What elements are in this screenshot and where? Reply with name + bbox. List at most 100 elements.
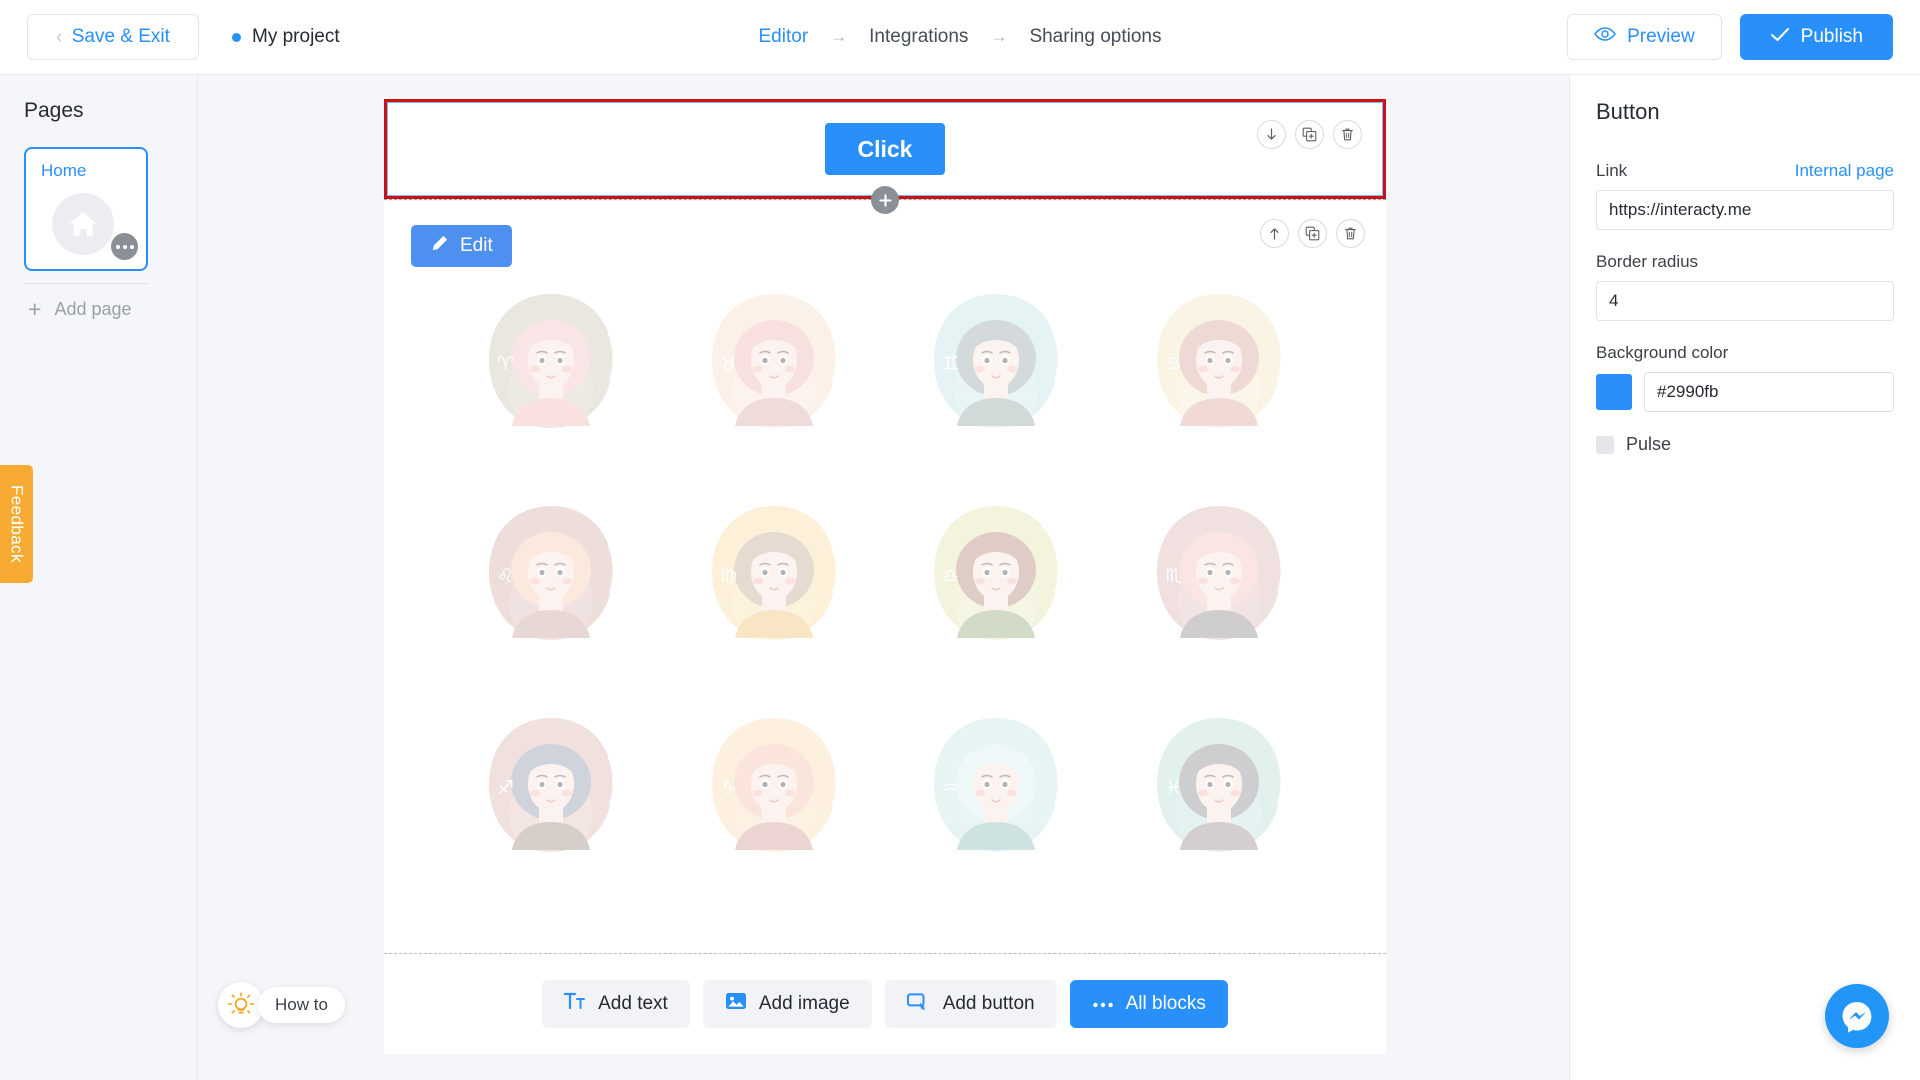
zodiac-card-taurus[interactable]: ♉ bbox=[674, 273, 874, 485]
zodiac-illustration: ♐ bbox=[489, 716, 616, 856]
ellipsis-icon bbox=[1092, 993, 1114, 1015]
how-to-label[interactable]: How to bbox=[258, 987, 345, 1023]
panel-title: Button bbox=[1596, 99, 1660, 124]
preview-button[interactable]: Preview bbox=[1567, 14, 1722, 60]
zodiac-illustration: ♍ bbox=[711, 504, 838, 644]
feedback-tab[interactable]: Feedback bbox=[0, 465, 33, 583]
eye-icon bbox=[1594, 26, 1616, 48]
add-block-add-image-button[interactable]: Add image bbox=[702, 980, 872, 1028]
zodiac-card-aries[interactable]: ♈ bbox=[451, 273, 651, 485]
pencil-icon bbox=[430, 234, 449, 259]
svg-text:♉: ♉ bbox=[720, 353, 737, 375]
zodiac-grid: ♈ ♉ ♊ ♋ ♌ ♍ ♎ ♏ ♐ ♑ ♒ ♓ bbox=[384, 201, 1386, 939]
publish-button[interactable]: Publish bbox=[1739, 14, 1893, 60]
svg-text:♊: ♊ bbox=[942, 353, 959, 375]
zodiac-illustration: ♓ bbox=[1156, 716, 1283, 856]
add-block-label: Add button bbox=[942, 993, 1035, 1014]
zodiac-card-scorpio[interactable]: ♏ bbox=[1119, 485, 1319, 697]
move-up-icon[interactable] bbox=[1260, 219, 1289, 248]
svg-text:♋: ♋ bbox=[1165, 353, 1182, 375]
arrow-right-icon: → bbox=[830, 27, 848, 46]
delete-icon[interactable] bbox=[1333, 120, 1362, 149]
svg-text:♒: ♒ bbox=[942, 777, 959, 799]
app-root: ‹ Save & Exit My project Editor → Integr… bbox=[0, 0, 1920, 1080]
pulse-option[interactable]: Pulse bbox=[1596, 434, 1894, 455]
zodiac-illustration: ♒ bbox=[934, 716, 1061, 856]
zodiac-card-libra[interactable]: ♎ bbox=[896, 485, 1096, 697]
border-radius-input[interactable] bbox=[1596, 281, 1894, 321]
edit-block-button[interactable]: Edit bbox=[411, 225, 512, 267]
block-button[interactable]: Click bbox=[384, 99, 1386, 199]
messenger-chat-button[interactable] bbox=[1825, 984, 1889, 1048]
link-label: Link bbox=[1596, 161, 1628, 180]
zodiac-card-sagittarius[interactable]: ♐ bbox=[451, 697, 651, 909]
add-page-button[interactable]: + Add page bbox=[28, 298, 197, 321]
add-block-toolbar: Add text Add image Add button All blocks bbox=[384, 954, 1386, 1054]
page-stage: Click Edit ♈ ♉ ♊ ♋ ♌ ♍ ♎ ♏ ♐ ♑ ♒ ♓ Add t… bbox=[384, 99, 1386, 1054]
page-card-home[interactable]: Home bbox=[24, 147, 148, 271]
border-radius-group: Border radius bbox=[1596, 252, 1894, 321]
background-color-input[interactable] bbox=[1644, 372, 1894, 412]
chevron-left-icon: ‹ bbox=[56, 26, 63, 48]
project-name: My project bbox=[252, 26, 340, 47]
zodiac-card-capricorn[interactable]: ♑ bbox=[674, 697, 874, 909]
breadcrumb-integrations[interactable]: Integrations bbox=[869, 26, 968, 48]
text-icon bbox=[564, 992, 586, 1016]
background-color-group: Background color bbox=[1596, 343, 1894, 412]
zodiac-card-virgo[interactable]: ♍ bbox=[674, 485, 874, 697]
click-button[interactable]: Click bbox=[825, 123, 945, 175]
move-down-icon[interactable] bbox=[1257, 120, 1286, 149]
page-options-button[interactable] bbox=[111, 233, 138, 260]
delete-icon[interactable] bbox=[1336, 219, 1365, 248]
border-radius-label: Border radius bbox=[1596, 252, 1699, 271]
check-icon bbox=[1770, 26, 1790, 48]
svg-text:♓: ♓ bbox=[1165, 777, 1182, 799]
how-to-widget[interactable]: How to bbox=[218, 982, 345, 1028]
editor-canvas: Click Edit ♈ ♉ ♊ ♋ ♌ ♍ ♎ ♏ ♐ ♑ ♒ ♓ Add t… bbox=[198, 75, 1569, 1080]
zodiac-illustration: ♌ bbox=[489, 504, 616, 644]
block-images[interactable]: Edit ♈ ♉ ♊ ♋ ♌ ♍ ♎ ♏ ♐ ♑ ♒ ♓ bbox=[384, 201, 1386, 953]
svg-text:♑: ♑ bbox=[720, 777, 737, 799]
block-button-toolbar bbox=[1257, 120, 1362, 149]
image-icon bbox=[725, 991, 747, 1017]
plus-icon: + bbox=[28, 296, 42, 322]
breadcrumb-sharing-options[interactable]: Sharing options bbox=[1029, 26, 1161, 48]
top-bar: ‹ Save & Exit My project Editor → Integr… bbox=[0, 0, 1920, 75]
page-card-label: Home bbox=[41, 161, 87, 180]
zodiac-illustration: ♈ bbox=[489, 292, 616, 432]
link-input[interactable] bbox=[1596, 190, 1894, 230]
link-field-group: Link Internal page bbox=[1596, 161, 1894, 230]
pulse-label: Pulse bbox=[1626, 434, 1672, 454]
pulse-checkbox[interactable] bbox=[1596, 435, 1614, 454]
add-block-button[interactable] bbox=[871, 186, 899, 214]
button-icon bbox=[906, 992, 931, 1016]
add-block-add-button-button[interactable]: Add button bbox=[884, 980, 1057, 1028]
feedback-label: Feedback bbox=[7, 485, 27, 563]
zodiac-illustration: ♉ bbox=[711, 292, 838, 432]
zodiac-card-leo[interactable]: ♌ bbox=[451, 485, 651, 697]
preview-label: Preview bbox=[1627, 26, 1695, 47]
zodiac-illustration: ♏ bbox=[1156, 504, 1283, 644]
duplicate-icon[interactable] bbox=[1295, 120, 1324, 149]
internal-page-link[interactable]: Internal page bbox=[1795, 161, 1894, 181]
status-dot-icon bbox=[232, 32, 241, 42]
save-and-exit-label: Save & Exit bbox=[71, 26, 170, 47]
breadcrumb: Editor → Integrations → Sharing options bbox=[759, 26, 1162, 48]
project-name-area[interactable]: My project bbox=[232, 26, 340, 48]
add-block-add-text-button[interactable]: Add text bbox=[542, 980, 690, 1028]
svg-text:♏: ♏ bbox=[1165, 565, 1182, 587]
save-and-exit-button[interactable]: ‹ Save & Exit bbox=[27, 14, 199, 60]
zodiac-card-aquarius[interactable]: ♒ bbox=[896, 697, 1096, 909]
add-block-label: All blocks bbox=[1125, 993, 1206, 1014]
zodiac-card-gemini[interactable]: ♊ bbox=[896, 273, 1096, 485]
color-swatch[interactable] bbox=[1596, 374, 1632, 410]
zodiac-card-pisces[interactable]: ♓ bbox=[1119, 697, 1319, 909]
breadcrumb-editor[interactable]: Editor bbox=[759, 26, 809, 48]
add-block-label: Add image bbox=[758, 993, 850, 1014]
pages-title: Pages bbox=[24, 99, 84, 122]
add-block-all-blocks-button[interactable]: All blocks bbox=[1069, 980, 1228, 1028]
duplicate-icon[interactable] bbox=[1298, 219, 1327, 248]
zodiac-illustration: ♊ bbox=[934, 292, 1061, 432]
zodiac-illustration: ♋ bbox=[1156, 292, 1283, 432]
zodiac-card-cancer[interactable]: ♋ bbox=[1119, 273, 1319, 485]
